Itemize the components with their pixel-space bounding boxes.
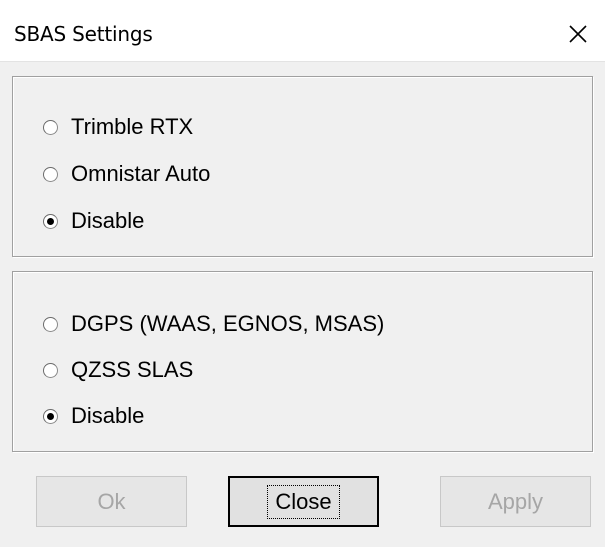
radio-button[interactable] [43, 119, 58, 135]
radio-omnistar-auto[interactable]: Omnistar Auto [43, 159, 210, 189]
radio-label: DGPS (WAAS, EGNOS, MSAS) [71, 311, 385, 336]
title-bar: SBAS Settings [0, 0, 605, 62]
radio-button[interactable] [43, 362, 58, 378]
radio-disable-sbas[interactable]: Disable [43, 401, 144, 431]
correction-service-group: Trimble RTX Omnistar Auto Disable [12, 76, 593, 257]
radio-button-selected[interactable] [43, 408, 58, 424]
radio-qzss-slas[interactable]: QZSS SLAS [43, 355, 193, 385]
window-close-button[interactable] [560, 16, 596, 52]
radio-label: Trimble RTX [71, 114, 194, 139]
apply-button[interactable]: Apply [440, 476, 591, 527]
sbas-mode-group: DGPS (WAAS, EGNOS, MSAS) QZSS SLAS Disab… [12, 271, 593, 452]
radio-button[interactable] [43, 166, 58, 182]
close-button[interactable]: Close [228, 476, 379, 527]
radio-disable-service[interactable]: Disable [43, 206, 144, 236]
close-button-label: Close [267, 484, 340, 519]
radio-label: Disable [71, 403, 145, 428]
radio-button-selected[interactable] [43, 213, 58, 229]
window-title: SBAS Settings [14, 22, 153, 46]
radio-dgps[interactable]: DGPS (WAAS, EGNOS, MSAS) [43, 309, 384, 339]
sbas-settings-dialog: SBAS Settings Trimble RTX Omnistar Auto … [0, 0, 605, 547]
radio-trimble-rtx[interactable]: Trimble RTX [43, 112, 193, 142]
close-icon [569, 25, 587, 43]
ok-button[interactable]: Ok [36, 476, 187, 527]
radio-button[interactable] [43, 316, 58, 332]
radio-label: Omnistar Auto [71, 161, 211, 186]
radio-label: Disable [71, 208, 145, 233]
radio-label: QZSS SLAS [71, 357, 194, 382]
